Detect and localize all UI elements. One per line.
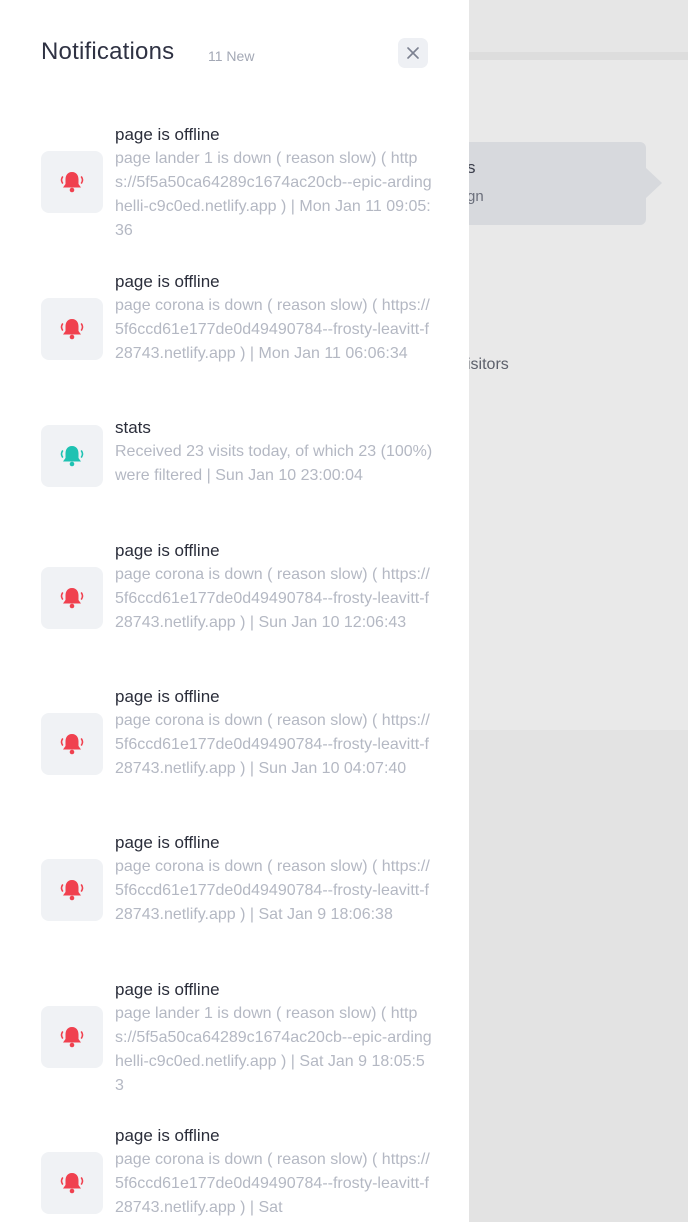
notification-body: page is offline page lander 1 is down ( r…: [115, 123, 433, 243]
notification-title: page is offline: [115, 1126, 220, 1145]
notification-text: page corona is down ( reason slow) ( htt…: [115, 1151, 430, 1216]
notification-icon-box: [41, 567, 103, 629]
notification-text: page corona is down ( reason slow) ( htt…: [115, 858, 430, 923]
bell-alert-icon: [60, 1173, 84, 1194]
notification-title: page is offline: [115, 272, 220, 291]
notification-body: stats Received 23 visits today, of which …: [115, 416, 433, 488]
background-header: [469, 0, 688, 52]
background-visitors-label: isitors: [467, 356, 509, 373]
notification-icon-box: [41, 151, 103, 213]
notification-title: stats: [115, 418, 151, 437]
notification-title: page is offline: [115, 125, 220, 144]
background-tooltip: [440, 142, 646, 225]
notification-title: page is offline: [115, 541, 220, 560]
notification-title: page is offline: [115, 833, 220, 852]
notification-icon-box: [41, 1152, 103, 1214]
notification-text: Received 23 visits today, of which 23 (1…: [115, 443, 433, 484]
notification-body: page is offline page corona is down ( rea…: [115, 1124, 433, 1220]
notification-icon-box: [41, 298, 103, 360]
notification-title: page is offline: [115, 980, 220, 999]
bell-alert-icon: [60, 588, 84, 609]
close-button[interactable]: [398, 38, 428, 68]
notification-body: page is offline page corona is down ( rea…: [115, 270, 433, 366]
background-tooltip-subtitle: gn: [467, 188, 484, 205]
notification-text: page corona is down ( reason slow) ( htt…: [115, 566, 430, 631]
bell-alert-icon: [60, 319, 84, 340]
bell-alert-icon: [60, 880, 84, 901]
new-count-badge: 11 New: [208, 48, 255, 64]
background-divider: [469, 52, 688, 60]
notification-text: page lander 1 is down ( reason slow) ( h…: [115, 1005, 432, 1094]
notification-body: page is offline page corona is down ( rea…: [115, 539, 433, 635]
notification-body: page is offline page lander 1 is down ( r…: [115, 978, 433, 1098]
bell-alert-icon: [60, 734, 84, 755]
notification-icon-box: [41, 425, 103, 487]
notification-text: page corona is down ( reason slow) ( htt…: [115, 297, 430, 362]
bell-alert-icon: [60, 172, 84, 193]
notification-text: page lander 1 is down ( reason slow) ( h…: [115, 150, 432, 239]
background-tooltip-arrow: [646, 168, 662, 198]
bell-info-icon: [60, 446, 84, 467]
notification-text: page corona is down ( reason slow) ( htt…: [115, 712, 430, 777]
notification-icon-box: [41, 713, 103, 775]
notification-body: page is offline page corona is down ( rea…: [115, 685, 433, 781]
panel-title: Notifications: [41, 38, 175, 65]
notifications-panel: Notifications 11 New page is offline page…: [0, 0, 469, 1222]
notification-body: page is offline page corona is down ( rea…: [115, 831, 433, 927]
notification-icon-box: [41, 1006, 103, 1068]
notification-title: page is offline: [115, 687, 220, 706]
notifications-header: Notifications 11 New: [41, 36, 428, 72]
bell-alert-icon: [60, 1027, 84, 1048]
close-icon: [407, 47, 419, 59]
notification-icon-box: [41, 859, 103, 921]
